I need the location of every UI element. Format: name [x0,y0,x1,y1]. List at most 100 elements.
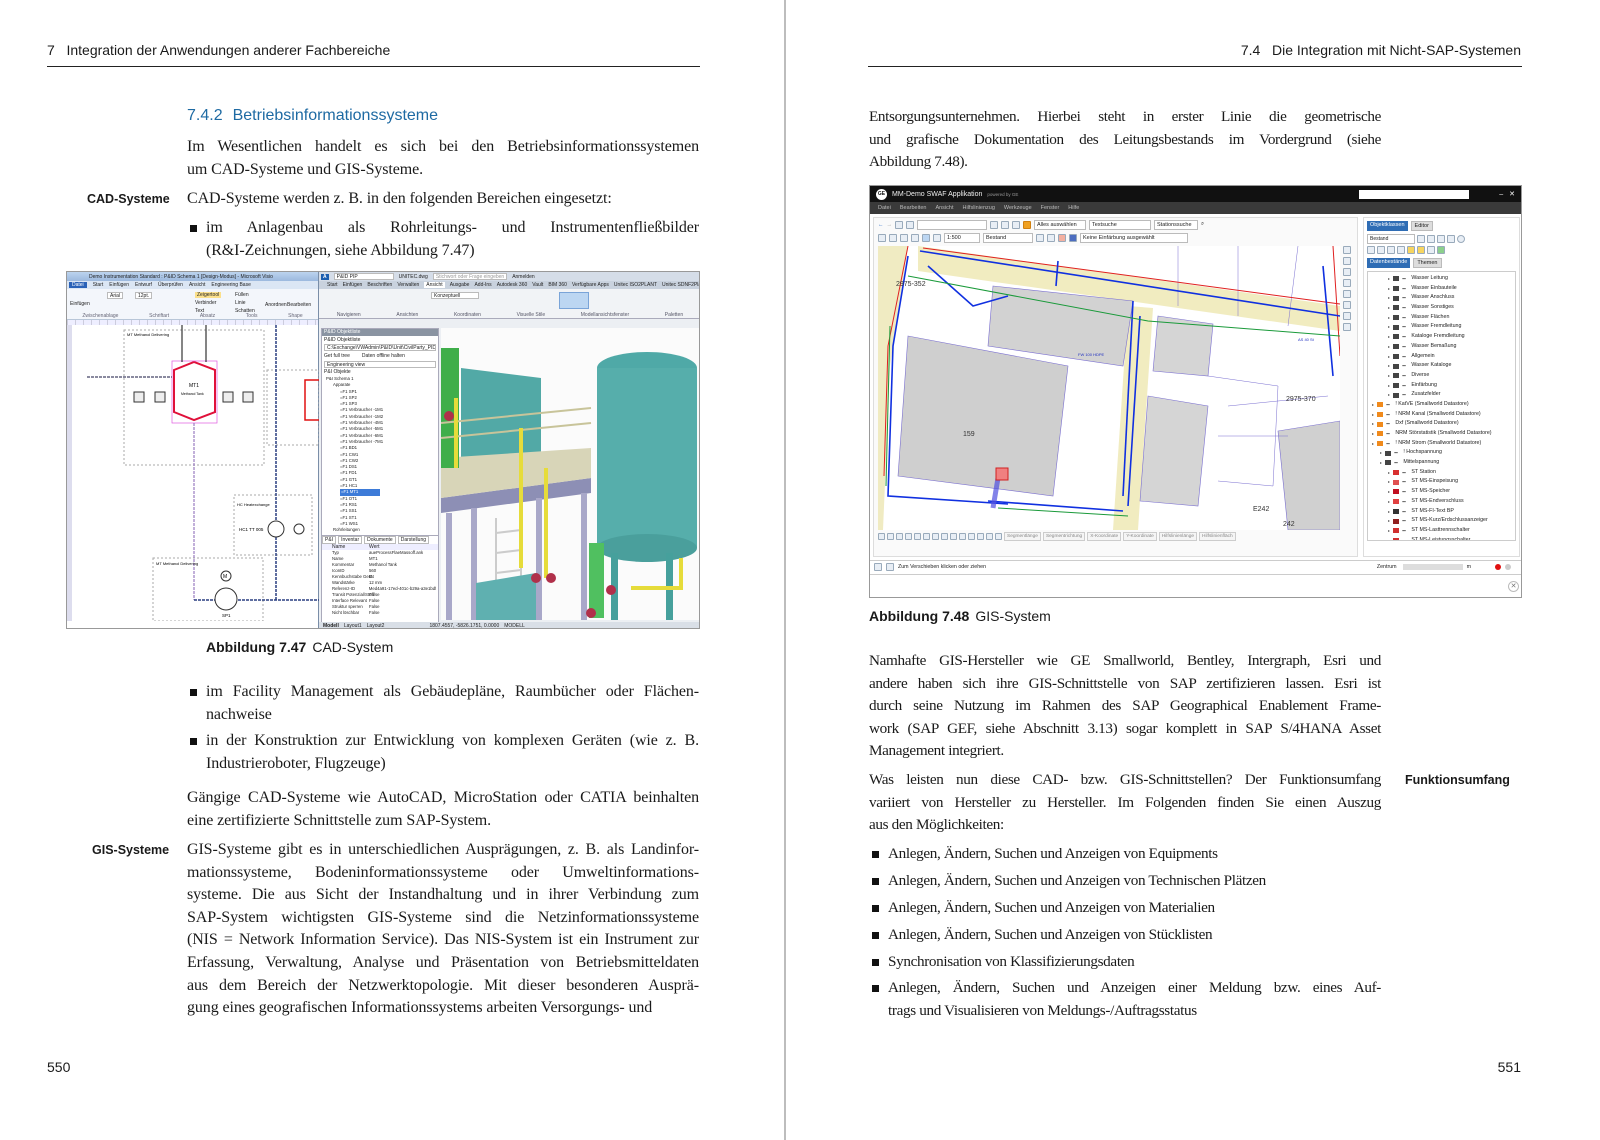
expand-arrow-icon[interactable]: ▸ [1380,458,1382,468]
autocad-project-select[interactable]: P&ID PIP [333,273,394,280]
expand-arrow-icon[interactable]: ▸ [1388,313,1390,323]
layer-select[interactable]: Bestand [983,232,1033,243]
marker-icon[interactable] [1058,233,1066,242]
map-tool-icon[interactable] [1343,268,1351,276]
menu-item[interactable]: Ansicht [935,205,953,211]
bookmark-icon[interactable] [906,220,914,229]
property-tab[interactable]: Inventar [338,536,363,545]
filter-icon[interactable] [1387,246,1395,254]
visibility-toggle-icon[interactable]: ▪▪▪ [1402,322,1406,332]
visio-font-size[interactable]: 12pt. [135,292,153,299]
offline-checkbox[interactable]: Daten offline halten [362,353,405,359]
coordinate-field[interactable]: Hilfslinienfläch [1199,532,1236,541]
expand-arrow-icon[interactable]: ▸ [1372,419,1374,429]
autocad-app-button[interactable]: A [321,273,329,280]
panel-file-input[interactable]: C:\Exchange\VWAdmin\P&ID\Unit\CivilParty… [324,344,436,351]
table-icon[interactable] [1437,235,1445,243]
autocad-tab[interactable]: Verwalten [397,282,419,288]
property-tab[interactable]: Dokumente [364,536,396,545]
visio-fill-button[interactable]: Füllen [235,292,249,298]
visio-tab-engineering-base[interactable]: Engineering Base [211,282,250,288]
model-mode[interactable]: MODELL [504,623,525,628]
visibility-toggle-icon[interactable]: ▪▪▪ [1402,468,1406,478]
expand-arrow-icon[interactable]: ▸ [1372,410,1374,420]
edit-tool-icon[interactable] [986,533,993,540]
tree-item[interactable]: ▸ ▪▪▪ Wasser Sonstiges [1368,303,1515,313]
view-select[interactable]: Engineering view [324,361,436,368]
coordinate-field[interactable]: Segmentrichtung [1042,532,1086,541]
color-icon[interactable] [1447,235,1455,243]
tab-themes[interactable]: Themen [1413,258,1442,268]
edit-tool-icon[interactable] [887,533,894,540]
expand-arrow-icon[interactable]: ▸ [1388,487,1390,497]
coordinate-field[interactable]: Y-Koordinate [1123,532,1157,541]
tree-item[interactable]: ▸ ▪▪▪ NRM Störstatistik (Smallworld Datast… [1368,429,1515,439]
map-tool-icon[interactable] [1343,290,1351,298]
expand-arrow-icon[interactable]: ▸ [1388,322,1390,332]
autocad-tab[interactable]: Beschriften [367,282,392,288]
property-tab[interactable]: P&I [322,536,337,545]
tree-item[interactable]: ▸ ▪▪▪ ST MS-FI-Text BP [1368,507,1515,517]
visio-tab-insert[interactable]: Einfügen [109,282,129,288]
tree-item[interactable]: ▸ ▪▪▪ Einfärbung [1368,381,1515,391]
document-icon[interactable] [1427,246,1435,254]
tree-item[interactable]: ▸ ▪▪▪ ST MS-Leistungsschalter [1368,536,1515,540]
tab-object-classes[interactable]: Objektklassen [1367,221,1408,231]
zoom-out-icon[interactable] [911,233,919,242]
gis-title-search-field[interactable] [1359,189,1470,199]
expand-arrow-icon[interactable]: ▸ [1372,400,1374,410]
visio-font-select[interactable]: Arial [107,292,124,299]
visibility-toggle-icon[interactable]: ▪▪▪ [1394,458,1398,468]
expand-arrow-icon[interactable]: ▸ [1388,284,1390,294]
refresh-icon[interactable] [933,233,941,242]
expand-arrow-icon[interactable]: ▸ [1388,342,1390,352]
visibility-toggle-icon[interactable]: ▪▪▪ [1386,400,1390,410]
autocad-tab[interactable]: Verfügbare Apps [572,282,609,288]
tree-item[interactable]: ▸ ▪▪▪ Wasser Anschluss [1368,293,1515,303]
expand-arrow-icon[interactable]: ▸ [1388,507,1390,517]
expand-arrow-icon[interactable]: ▸ [1388,477,1390,487]
tree-item[interactable]: ▸ ▪▪▪ ! NRM Kanal (Smallworld Datastore) [1368,410,1515,420]
lock-icon[interactable] [1036,233,1044,242]
tree-item[interactable]: ▸ ▪▪▪ ST MS-Einspeisung [1368,477,1515,487]
visibility-toggle-icon[interactable]: ▪▪▪ [1402,274,1406,284]
edit-tool-icon[interactable] [932,533,939,540]
tree-item[interactable]: ▸ ▪▪▪ ! NRM Strom (Smallworld Datastore) [1368,439,1515,449]
visibility-toggle-icon[interactable]: ▪▪▪ [1394,448,1398,458]
autocad-palettes-button[interactable] [559,292,589,309]
autocad-tab[interactable]: Ausgabe [450,282,470,288]
select-tool-icon[interactable] [1012,220,1020,229]
visibility-toggle-icon[interactable]: ▪▪▪ [1386,439,1390,449]
coordinate-field[interactable]: Hilfslinienlänge [1158,532,1198,541]
panel-layer-select[interactable]: Bestand [1367,234,1415,244]
visio-line-button[interactable]: Linie [235,300,246,306]
expand-arrow-icon[interactable]: ▸ [1372,439,1374,449]
expand-arrow-icon[interactable]: ▸ [1388,536,1390,540]
edit-icon[interactable] [1427,235,1435,243]
visibility-toggle-icon[interactable]: ▪▪▪ [1402,507,1406,517]
visio-arrange-button[interactable]: Anordnen [265,302,287,308]
autocad-tab[interactable]: Unitec ISO2PLANT [614,282,657,288]
visio-connector-tool[interactable]: Verbinder [195,300,216,306]
visio-tab-start[interactable]: Start [93,282,104,288]
expand-arrow-icon[interactable]: ▸ [1388,516,1390,526]
visibility-toggle-icon[interactable]: ▪▪▪ [1386,429,1390,439]
model-tab[interactable]: Modell [323,623,339,628]
tree-item[interactable]: ▸ ▪▪▪ ! Hochspannung [1368,448,1515,458]
visibility-toggle-icon[interactable]: ▪▪▪ [1386,419,1390,429]
menu-item[interactable]: Werkzeuge [1004,205,1032,211]
select-tool-icon[interactable] [1001,220,1009,229]
visio-tab-file[interactable]: Datei [69,282,87,288]
tree-item[interactable]: ▸ ▪▪▪ Dxf (Smallworld Datastore) [1368,419,1515,429]
edit-tool-icon[interactable] [914,533,921,540]
autocad-tab[interactable]: Einfügen [343,282,363,288]
filter-clear-icon[interactable] [1397,246,1405,254]
expand-arrow-icon[interactable]: ▸ [1388,371,1390,381]
back-icon[interactable]: ← [878,222,884,228]
expand-arrow-icon[interactable]: ▸ [1388,293,1390,303]
tree-item[interactable]: ▸ ▪▪▪ Kataloge Fremdleitung [1368,332,1515,342]
refresh-icon[interactable] [1437,246,1445,254]
visibility-toggle-icon[interactable]: ▪▪▪ [1402,526,1406,536]
gis-map[interactable]: 2975-352 2975-370 159 E242 242 FW 100 HD… [878,246,1340,530]
visio-pointer-tool[interactable]: Zeigertool [195,292,222,298]
